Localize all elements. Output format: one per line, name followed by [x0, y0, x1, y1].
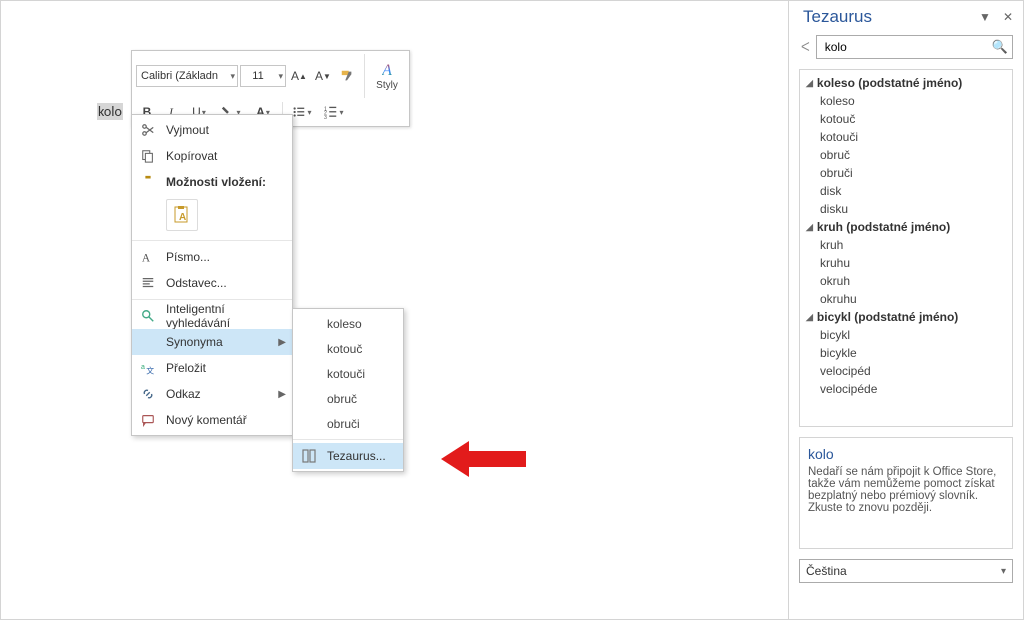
clipboard-icon — [140, 174, 156, 190]
result-item[interactable]: kotouči — [800, 128, 1012, 146]
ctx-synonyms[interactable]: Synonyma ▶ — [132, 329, 292, 355]
pane-close-button[interactable]: ✕ — [1003, 10, 1013, 24]
pane-title: Tezaurus — [803, 7, 872, 27]
increase-font-button[interactable]: A▲ — [288, 65, 310, 87]
result-item[interactable]: disk — [800, 182, 1012, 200]
svg-text:A: A — [142, 252, 151, 264]
dictionary-status: kolo Nedaří se nám připojit k Office Sto… — [799, 437, 1013, 549]
ctx-new-comment[interactable]: Nový komentář — [132, 407, 292, 433]
result-item[interactable]: obruč — [800, 146, 1012, 164]
thesaurus-pane: Tezaurus ▼ ✕ ᐸ 🔍 ◢koleso (podstatné jmén… — [788, 1, 1023, 619]
result-item[interactable]: bicykl — [800, 326, 1012, 344]
result-group-head[interactable]: ◢koleso (podstatné jméno) — [800, 74, 1012, 92]
ctx-link[interactable]: Odkaz ▶ — [132, 381, 292, 407]
result-item[interactable]: bicykle — [800, 344, 1012, 362]
result-item[interactable]: okruh — [800, 272, 1012, 290]
ctx-translate-label: Přeložit — [166, 361, 206, 375]
separator — [132, 240, 292, 241]
font-family-select[interactable]: Calibri (Základn — [136, 65, 238, 87]
translate-icon: a文 — [140, 360, 156, 376]
result-item[interactable]: kruh — [800, 236, 1012, 254]
ctx-paragraph-label: Odstavec... — [166, 276, 227, 290]
ctx-translate[interactable]: a文 Přeložit — [132, 355, 292, 381]
separator — [132, 299, 292, 300]
lookup-word: kolo — [808, 446, 1004, 462]
copy-icon — [140, 148, 156, 164]
ctx-paragraph[interactable]: Odstavec... — [132, 270, 292, 296]
thesaurus-icon — [301, 448, 317, 464]
synonym-thesaurus[interactable]: Tezaurus... — [293, 443, 403, 469]
thesaurus-search[interactable]: 🔍 — [816, 35, 1013, 59]
result-item[interactable]: obruči — [800, 164, 1012, 182]
search-icon[interactable]: 🔍 — [992, 39, 1008, 55]
ctx-copy[interactable]: Kopírovat — [132, 143, 292, 169]
ctx-copy-label: Kopírovat — [166, 149, 217, 163]
ctx-font[interactable]: A Písmo... — [132, 244, 292, 270]
svg-text:3: 3 — [324, 115, 327, 119]
result-group-head[interactable]: ◢kruh (podstatné jméno) — [800, 218, 1012, 236]
document-area[interactable]: kolo Calibri (Základn 11 A▲ A▼ A Styly B… — [1, 1, 788, 619]
ctx-paste-label: Možnosti vložení: — [166, 175, 266, 189]
blank-icon — [140, 334, 156, 350]
ctx-paste-options: Možnosti vložení: — [132, 169, 292, 195]
separator — [293, 439, 403, 440]
numbering-button[interactable]: 123 — [319, 101, 349, 123]
ctx-font-label: Písmo... — [166, 250, 210, 264]
font-icon: A — [140, 249, 156, 265]
result-item[interactable]: okruhu — [800, 290, 1012, 308]
result-item[interactable]: velocipéd — [800, 362, 1012, 380]
font-size-select[interactable]: 11 — [240, 65, 286, 87]
collapse-icon: ◢ — [806, 222, 813, 233]
ctx-link-label: Odkaz — [166, 387, 201, 401]
svg-text:文: 文 — [146, 365, 154, 375]
result-item[interactable]: koleso — [800, 92, 1012, 110]
synonym-item[interactable]: kotouč — [293, 336, 403, 361]
back-button[interactable]: ᐸ — [801, 40, 810, 54]
svg-text:A: A — [179, 212, 186, 223]
synonym-thesaurus-label: Tezaurus... — [327, 449, 386, 463]
annotation-arrow — [441, 439, 526, 479]
ctx-new-comment-label: Nový komentář — [166, 413, 247, 427]
chevron-right-icon: ▶ — [278, 389, 286, 400]
synonym-item[interactable]: obruč — [293, 386, 403, 411]
thesaurus-results[interactable]: ◢koleso (podstatné jméno) koleso kotouč … — [799, 69, 1013, 427]
synonyms-submenu: koleso kotouč kotouči obruč obruči Tezau… — [292, 308, 404, 472]
ctx-cut-label: Vyjmout — [166, 123, 209, 137]
svg-text:a: a — [141, 364, 145, 371]
chevron-right-icon: ▶ — [278, 337, 286, 348]
synonym-item[interactable]: kotouči — [293, 361, 403, 386]
paragraph-icon — [140, 275, 156, 291]
styles-label: Styly — [376, 80, 398, 91]
styles-button[interactable]: A Styly — [364, 54, 405, 98]
ctx-cut[interactable]: Vyjmout — [132, 117, 292, 143]
context-menu: Vyjmout Kopírovat Možnosti vložení: A A … — [131, 114, 293, 436]
result-item[interactable]: velocipéde — [800, 380, 1012, 398]
ctx-smart-lookup[interactable]: Inteligentní vyhledávání — [132, 303, 292, 329]
format-painter-button[interactable] — [336, 65, 358, 87]
collapse-icon: ◢ — [806, 78, 813, 89]
ctx-paste-row: A — [132, 195, 292, 237]
scissors-icon — [140, 122, 156, 138]
result-item[interactable]: disku — [800, 200, 1012, 218]
result-item[interactable]: kotouč — [800, 110, 1012, 128]
search-icon — [140, 308, 156, 324]
language-label: Čeština — [806, 564, 847, 578]
collapse-icon: ◢ — [806, 312, 813, 323]
ctx-synonyms-label: Synonyma — [166, 335, 223, 349]
paste-keep-text-button[interactable]: A — [166, 199, 198, 231]
result-item[interactable]: kruhu — [800, 254, 1012, 272]
link-icon — [140, 386, 156, 402]
synonym-item[interactable]: obruči — [293, 411, 403, 436]
decrease-font-button[interactable]: A▼ — [312, 65, 334, 87]
language-select[interactable]: Čeština — [799, 559, 1013, 583]
comment-icon — [140, 412, 156, 428]
status-text: Nedaří se nám připojit k Office Store, t… — [808, 466, 1004, 514]
result-group-head[interactable]: ◢bicykl (podstatné jméno) — [800, 308, 1012, 326]
pane-menu-button[interactable]: ▼ — [979, 10, 991, 24]
ctx-smart-lookup-label: Inteligentní vyhledávání — [166, 302, 274, 330]
synonym-item[interactable]: koleso — [293, 311, 403, 336]
selected-text[interactable]: kolo — [97, 103, 123, 120]
thesaurus-search-input[interactable] — [823, 39, 992, 55]
